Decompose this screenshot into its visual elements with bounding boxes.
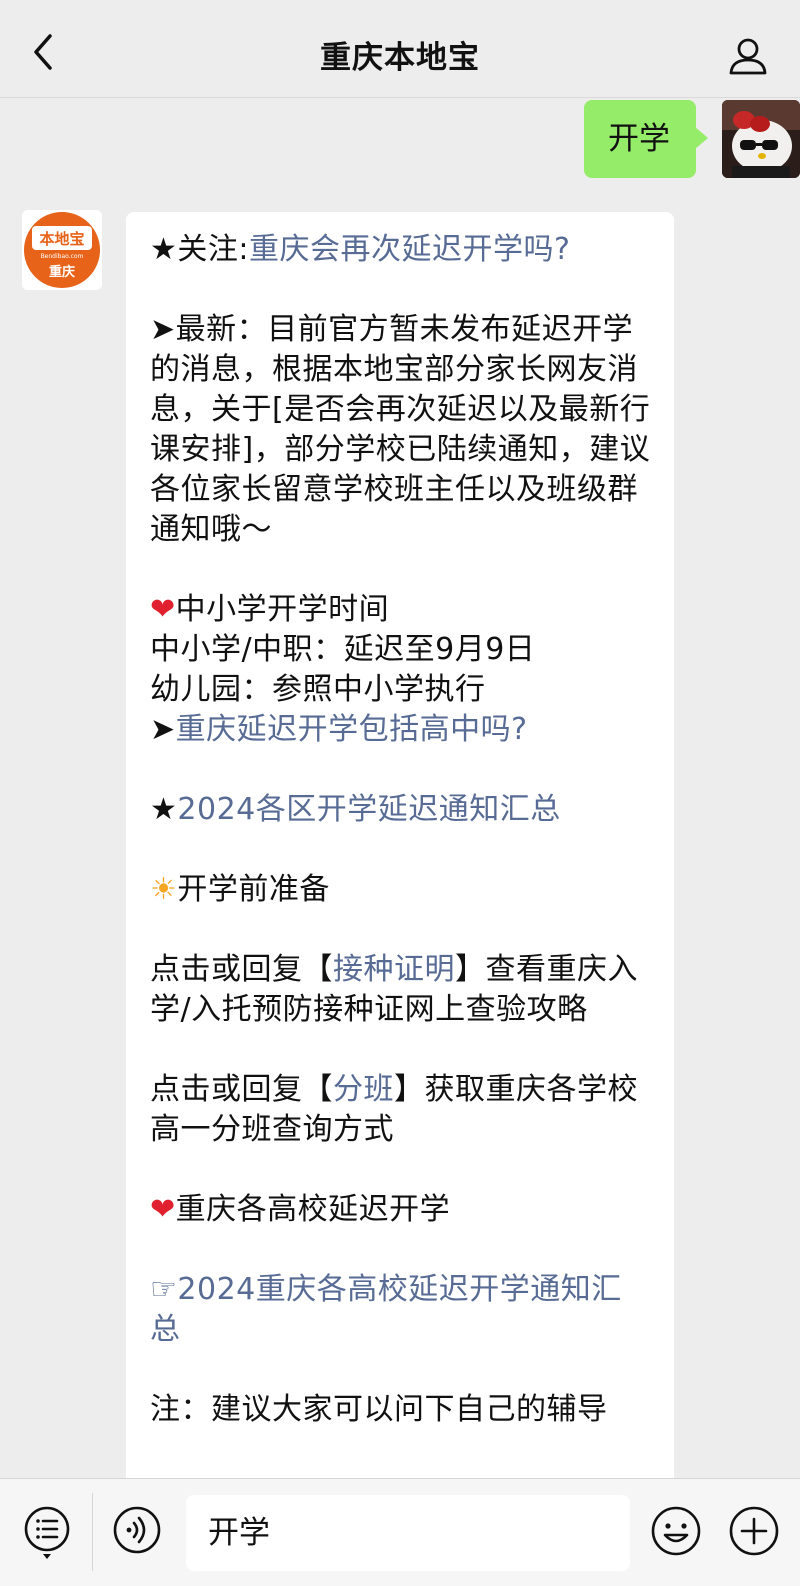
vaccination-line: 点击或回复【接种证明】查看重庆入学/入托预防接种证网上查验攻略 [150,950,652,1030]
nav-header: 重庆本地宝 [0,0,800,98]
arrow-icon: ➤ [150,712,176,747]
sun-icon: ☀ [150,872,178,907]
voice-icon [113,1506,161,1554]
divider [92,1493,93,1571]
primary-schedule: 中小学/中职：延迟至9月9日 [150,632,536,667]
input-bar: 开学 [0,1478,800,1586]
official-account-avatar[interactable]: 本地宝 Bendibao.com 重庆 [22,210,102,290]
follow-line: ★关注:重庆会再次延迟开学吗? [150,230,652,270]
delay-again-link[interactable]: 重庆会再次延迟开学吗? [249,232,570,267]
page-title: 重庆本地宝 [320,40,480,76]
heart-icon: ❤ [150,1192,176,1227]
vaccination-link[interactable]: 接种证明 [333,952,455,987]
star-icon: ★ [150,792,178,827]
university-heading: ❤重庆各高校延迟开学 [150,1190,652,1230]
svg-text:本地宝: 本地宝 [39,230,84,248]
kindergarten-schedule: 幼儿园：参照中小学执行 [150,672,486,707]
text-segment: 点击或回复【 [150,952,333,987]
chat-area[interactable]: 开学 本地宝 Bendibao.com 重庆 ★关注:重庆会再次延迟开学吗? ➤… [0,98,800,1478]
highschool-link[interactable]: 重庆延迟开学包括高中吗? [176,712,528,747]
districts-link[interactable]: 2024各区开学延迟通知汇总 [177,792,560,827]
star-follow-label: ★关注: [150,232,250,267]
list-menu-icon [24,1506,70,1559]
school-time-heading: ❤中小学开学时间 [150,590,652,630]
class-assignment-link[interactable]: 分班 [333,1072,394,1107]
sent-message-bubble[interactable]: 开学 [584,100,708,178]
more-button[interactable] [728,1505,780,1557]
svg-text:Bendibao.com: Bendibao.com [41,253,84,260]
person-icon [729,38,767,75]
heart-icon: ❤ [150,592,176,627]
note-text: 注：建议大家可以问下自己的辅导 [150,1392,608,1427]
university-link[interactable]: 2024重庆各高校延迟开学通知汇总 [150,1272,622,1347]
prep-heading: ☀开学前准备 [150,870,652,910]
districts-line: ★2024各区开学延迟通知汇总 [150,790,652,830]
text-segment: 点击或回复【 [150,1072,333,1107]
heading-text: 开学前准备 [177,872,330,907]
pointing-hand-icon: ☞ [150,1272,178,1307]
heading-text: 重庆各高校延迟开学 [175,1192,451,1227]
smiley-icon [651,1506,701,1556]
avatar-image [722,100,800,178]
university-line: ☞2024重庆各高校延迟开学通知汇总 [150,1270,652,1350]
svg-text:重庆: 重庆 [49,264,75,280]
received-message-bubble[interactable]: ★关注:重庆会再次延迟开学吗? ➤最新：目前官方暂未发布延迟开学的消息，根据本地… [126,212,674,1478]
bendibao-logo: 本地宝 Bendibao.com 重庆 [22,210,102,290]
heading-text: 中小学开学时间 [175,592,390,627]
profile-button[interactable] [728,36,768,76]
plus-icon [729,1506,779,1556]
voice-button[interactable] [112,1505,162,1555]
user-avatar[interactable] [722,100,800,178]
highschool-line: ➤重庆延迟开学包括高中吗? [150,710,652,750]
menu-button[interactable] [22,1505,72,1561]
emoji-button[interactable] [650,1505,702,1557]
class-line: 点击或回复【分班】获取重庆各学校高一分班查询方式 [150,1070,652,1150]
message-input[interactable]: 开学 [186,1495,630,1571]
latest-news-text: ➤最新：目前官方暂未发布延迟开学的消息，根据本地宝部分家长网友消息，关于[是否会… [150,312,651,547]
